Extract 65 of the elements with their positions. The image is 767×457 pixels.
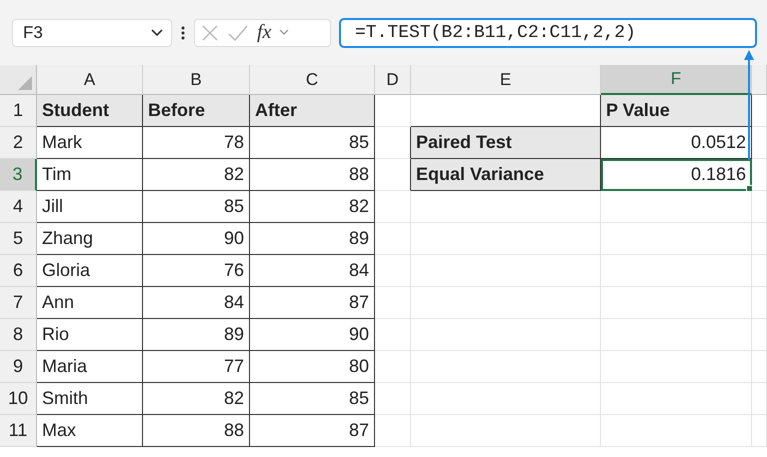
table-cell: 82 xyxy=(250,191,375,223)
triangle-icon xyxy=(18,76,32,90)
more-icon[interactable] xyxy=(180,24,186,40)
row-header[interactable]: 10 xyxy=(0,383,37,415)
table-cell: Max xyxy=(37,415,143,447)
table-cell: 85 xyxy=(143,191,250,223)
table-cell: P Value xyxy=(601,95,752,127)
column-header[interactable]: A xyxy=(37,65,143,95)
table-cell: Rio xyxy=(37,319,143,351)
table-cell: 0.1816 xyxy=(601,159,752,191)
row-header[interactable]: 8 xyxy=(0,319,37,351)
table-cell: Student xyxy=(37,95,143,127)
table-cell: 0.0512 xyxy=(601,127,752,159)
table-cell: 82 xyxy=(143,159,250,191)
table-cell: 87 xyxy=(250,415,375,447)
check-icon[interactable] xyxy=(227,24,249,42)
row-header[interactable]: 4 xyxy=(0,191,37,223)
cancel-icon[interactable] xyxy=(201,24,219,42)
table-cell: Jill xyxy=(37,191,143,223)
row-header[interactable]: 9 xyxy=(0,351,37,383)
table-cell: 89 xyxy=(143,319,250,351)
table-cell: Maria xyxy=(37,351,143,383)
name-box[interactable]: F3 xyxy=(12,18,172,46)
table-cell: 77 xyxy=(143,351,250,383)
table-cell: 85 xyxy=(250,383,375,415)
table-cell: Mark xyxy=(37,127,143,159)
table-cell: 89 xyxy=(250,223,375,255)
table-cell: Paired Test xyxy=(411,127,601,159)
formula-field[interactable]: =T.TEST(B2:B11,C2:C11,2,2) xyxy=(339,18,757,48)
column-header[interactable]: C xyxy=(250,65,375,95)
table-cell: Smith xyxy=(37,383,143,415)
table-cell: Ann xyxy=(37,287,143,319)
table-cell: Before xyxy=(143,95,250,127)
table-cell: 78 xyxy=(143,127,250,159)
table-cell: 90 xyxy=(143,223,250,255)
table-cell: After xyxy=(250,95,375,127)
table-cell: 88 xyxy=(143,415,250,447)
row-header[interactable]: 11 xyxy=(0,415,37,447)
row-header[interactable]: 5 xyxy=(0,223,37,255)
select-all-button[interactable] xyxy=(0,65,37,95)
chevron-down-icon[interactable] xyxy=(151,28,163,36)
row-header[interactable]: 6 xyxy=(0,255,37,287)
row-header[interactable]: 1 xyxy=(0,95,37,127)
table-cell: 80 xyxy=(250,351,375,383)
table-cell: Gloria xyxy=(37,255,143,287)
column-header[interactable]: F xyxy=(601,65,752,95)
table-cell: 84 xyxy=(250,255,375,287)
table-cell: 90 xyxy=(250,319,375,351)
column-header[interactable] xyxy=(752,65,767,95)
table-cell: 76 xyxy=(143,255,250,287)
table-cell: Equal Variance xyxy=(411,159,601,191)
row-header[interactable]: 7 xyxy=(0,287,37,319)
table-cell: 87 xyxy=(250,287,375,319)
column-header[interactable]: D xyxy=(375,65,411,95)
row-header[interactable]: 3 xyxy=(0,159,37,191)
table-cell: 82 xyxy=(143,383,250,415)
table-cell: Zhang xyxy=(37,223,143,255)
row-header[interactable]: 2 xyxy=(0,127,37,159)
column-header[interactable]: B xyxy=(143,65,250,95)
table-cell: 84 xyxy=(143,287,250,319)
table-cell: 85 xyxy=(250,127,375,159)
table-cell: 88 xyxy=(250,159,375,191)
insert-function-button[interactable]: fx xyxy=(257,21,272,44)
table-cell: Tim xyxy=(37,159,143,191)
column-header[interactable]: E xyxy=(411,65,601,95)
